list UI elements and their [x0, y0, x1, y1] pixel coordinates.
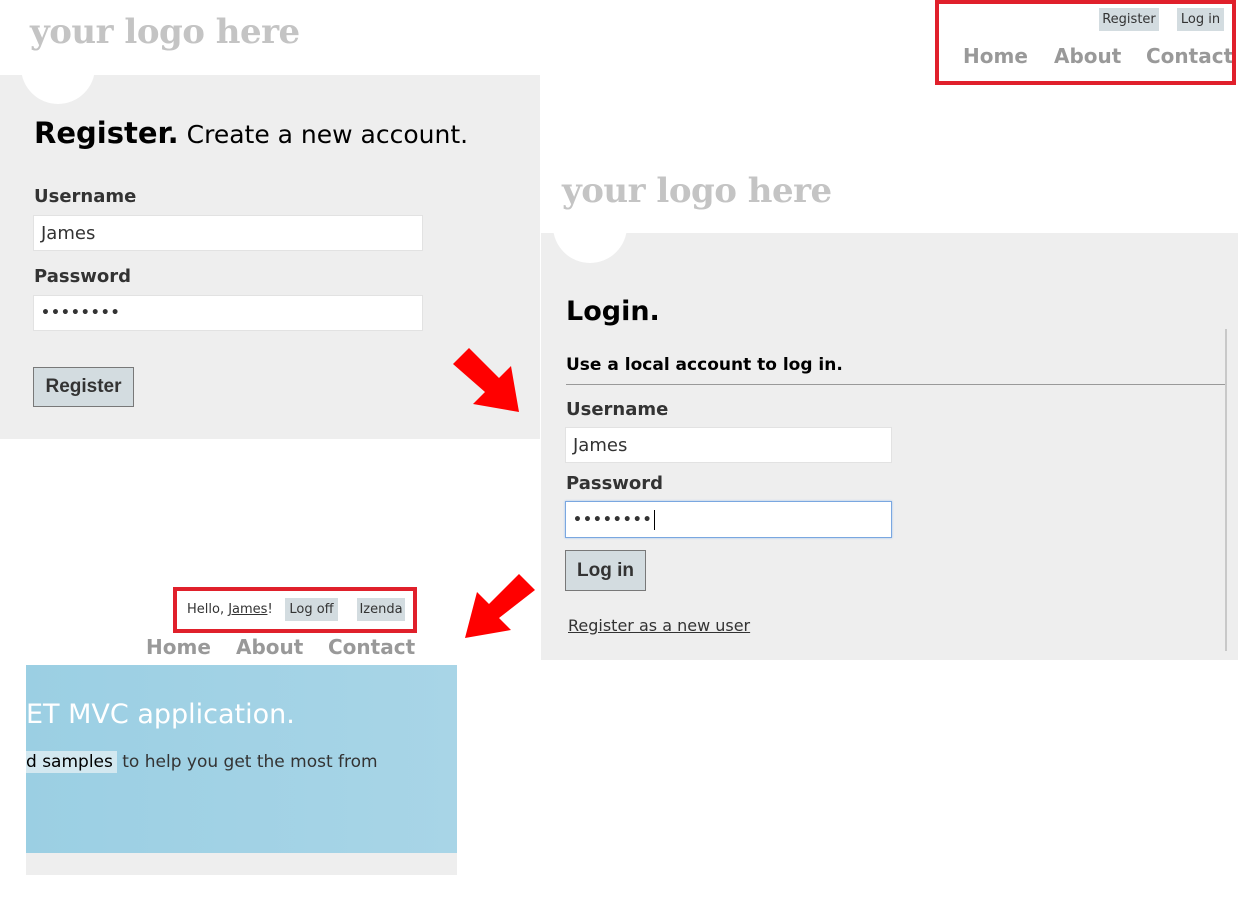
arrow-down-left-icon — [465, 574, 535, 638]
register-submit-button[interactable]: Register — [33, 367, 134, 407]
hero-highlight-link[interactable]: d samples — [26, 751, 117, 773]
hero-title: ET MVC application. — [26, 699, 295, 730]
register-new-user-link[interactable]: Register as a new user — [568, 616, 750, 635]
greeting-suffix: ! — [267, 602, 273, 617]
username-input[interactable]: James — [33, 215, 423, 251]
site-logo[interactable]: your logo here — [562, 171, 832, 211]
password-value: •••••••• — [573, 511, 653, 528]
page-title-subtitle: Create a new account. — [178, 120, 469, 149]
text-cursor — [653, 509, 655, 530]
greeting: Hello, James! — [187, 602, 273, 617]
hero-banner: ET MVC application. d samples to help yo… — [26, 665, 457, 853]
password-input[interactable]: •••••••• — [565, 501, 892, 538]
section-divider — [566, 384, 1226, 385]
username-label: Username — [34, 186, 137, 207]
password-label: Password — [34, 266, 132, 287]
logoff-button[interactable]: Log off — [285, 598, 338, 621]
login-page: your logo here Login. Use a local accoun… — [541, 159, 1238, 660]
username-link[interactable]: James — [228, 602, 267, 617]
page-title: Register. Create a new account. — [34, 116, 468, 150]
password-label: Password — [566, 473, 664, 494]
page-title-bold: Register. — [34, 116, 179, 150]
password-input[interactable]: •••••••• — [33, 295, 423, 331]
login-section-heading: Use a local account to log in. — [566, 355, 843, 375]
greeting-prefix: Hello, — [187, 602, 229, 617]
hero-text-body: to help you get the most from — [116, 752, 378, 772]
page-title: Login. — [566, 296, 660, 327]
izenda-button[interactable]: Izenda — [357, 598, 405, 621]
site-logo[interactable]: your logo here — [30, 12, 300, 52]
home-content-panel — [26, 853, 457, 875]
section-right-border — [1225, 329, 1227, 651]
nav-home[interactable]: Home — [146, 635, 211, 659]
username-label: Username — [566, 399, 669, 420]
username-input[interactable]: James — [565, 427, 892, 463]
nav-contact[interactable]: Contact — [328, 635, 415, 659]
highlight-box-auth-links — [935, 0, 1236, 85]
login-submit-button[interactable]: Log in — [565, 550, 646, 591]
arrow-down-right-icon — [453, 348, 519, 412]
nav-about[interactable]: About — [236, 635, 303, 659]
hero-text: d samples to help you get the most from — [26, 751, 378, 773]
